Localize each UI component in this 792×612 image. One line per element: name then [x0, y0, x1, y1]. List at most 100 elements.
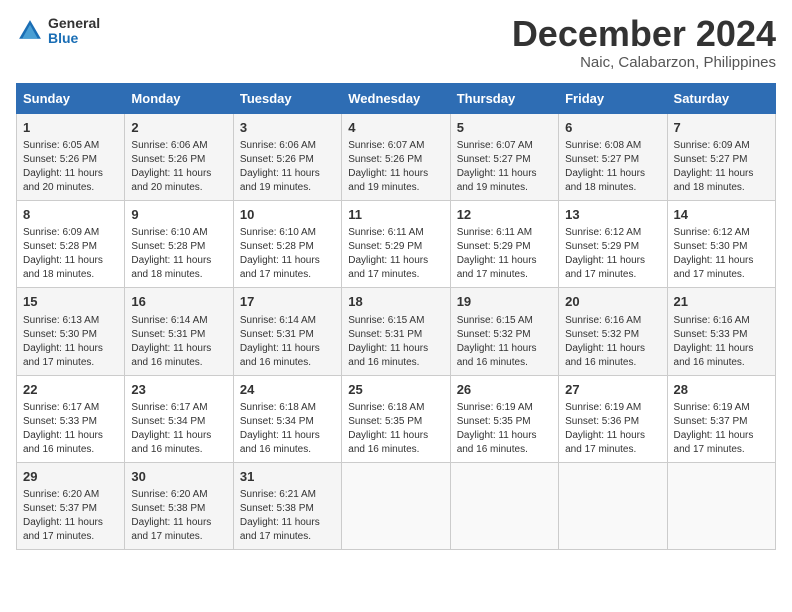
logo-text: General Blue	[48, 16, 100, 47]
calendar-week-row: 1 Sunrise: 6:05 AM Sunset: 5:26 PM Daylig…	[17, 114, 776, 201]
page-header: General Blue December 2024 Naic, Calabar…	[16, 16, 776, 71]
calendar-cell: 19 Sunrise: 6:15 AM Sunset: 5:32 PM Dayli…	[450, 288, 558, 375]
day-info: Sunrise: 6:06 AM Sunset: 5:26 PM Dayligh…	[131, 139, 226, 195]
day-number: 21	[674, 293, 769, 311]
day-number: 25	[348, 381, 443, 399]
day-info: Sunrise: 6:17 AM Sunset: 5:33 PM Dayligh…	[23, 401, 118, 457]
day-info: Sunrise: 6:08 AM Sunset: 5:27 PM Dayligh…	[565, 139, 660, 195]
day-number: 12	[457, 206, 552, 224]
day-info: Sunrise: 6:20 AM Sunset: 5:37 PM Dayligh…	[23, 488, 118, 544]
day-number: 16	[131, 293, 226, 311]
day-info: Sunrise: 6:12 AM Sunset: 5:30 PM Dayligh…	[674, 226, 769, 282]
day-of-week-header: Thursday	[450, 84, 558, 114]
day-number: 31	[240, 468, 335, 486]
calendar-cell: 8 Sunrise: 6:09 AM Sunset: 5:28 PM Daylig…	[17, 201, 125, 288]
calendar-cell: 24 Sunrise: 6:18 AM Sunset: 5:34 PM Dayli…	[233, 375, 341, 462]
day-info: Sunrise: 6:15 AM Sunset: 5:32 PM Dayligh…	[457, 314, 552, 370]
calendar-week-row: 29 Sunrise: 6:20 AM Sunset: 5:37 PM Dayli…	[17, 462, 776, 549]
calendar-cell: 17Sunrise: 6:14 AM Sunset: 5:31 PM Dayli…	[233, 288, 341, 375]
day-number: 10	[240, 206, 335, 224]
day-number: 3	[240, 119, 335, 137]
calendar-cell	[342, 462, 450, 549]
calendar-cell: 29 Sunrise: 6:20 AM Sunset: 5:37 PM Dayli…	[17, 462, 125, 549]
calendar-table: SundayMondayTuesdayWednesdayThursdayFrid…	[16, 83, 776, 550]
day-info: Sunrise: 6:18 AM Sunset: 5:35 PM Dayligh…	[348, 401, 443, 457]
day-number: 17	[240, 293, 335, 311]
calendar-cell	[559, 462, 667, 549]
calendar-cell: 1 Sunrise: 6:05 AM Sunset: 5:26 PM Daylig…	[17, 114, 125, 201]
day-number: 8	[23, 206, 118, 224]
day-number: 15	[23, 293, 118, 311]
title-area: December 2024 Naic, Calabarzon, Philippi…	[512, 16, 776, 71]
day-number: 4	[348, 119, 443, 137]
day-info: Sunrise: 6:18 AM Sunset: 5:34 PM Dayligh…	[240, 401, 335, 457]
day-number: 20	[565, 293, 660, 311]
calendar-cell: 7Sunrise: 6:09 AM Sunset: 5:27 PM Daylig…	[667, 114, 775, 201]
calendar-cell: 30 Sunrise: 6:20 AM Sunset: 5:38 PM Dayli…	[125, 462, 233, 549]
calendar-cell: 21 Sunrise: 6:16 AM Sunset: 5:33 PM Dayli…	[667, 288, 775, 375]
calendar-header-row: SundayMondayTuesdayWednesdayThursdayFrid…	[17, 84, 776, 114]
day-number: 6	[565, 119, 660, 137]
day-info: Sunrise: 6:16 AM Sunset: 5:32 PM Dayligh…	[565, 314, 660, 370]
day-info: Sunrise: 6:07 AM Sunset: 5:27 PM Dayligh…	[457, 139, 552, 195]
day-number: 23	[131, 381, 226, 399]
calendar-cell	[667, 462, 775, 549]
calendar-cell	[450, 462, 558, 549]
calendar-cell: 20 Sunrise: 6:16 AM Sunset: 5:32 PM Dayli…	[559, 288, 667, 375]
day-info: Sunrise: 6:09 AM Sunset: 5:27 PM Dayligh…	[674, 139, 769, 195]
day-info: Sunrise: 6:13 AM Sunset: 5:30 PM Dayligh…	[23, 314, 118, 370]
day-info: Sunrise: 6:19 AM Sunset: 5:36 PM Dayligh…	[565, 401, 660, 457]
day-number: 22	[23, 381, 118, 399]
day-info: Sunrise: 6:17 AM Sunset: 5:34 PM Dayligh…	[131, 401, 226, 457]
day-of-week-header: Monday	[125, 84, 233, 114]
day-info: Sunrise: 6:20 AM Sunset: 5:38 PM Dayligh…	[131, 488, 226, 544]
day-number: 19	[457, 293, 552, 311]
calendar-cell: 23 Sunrise: 6:17 AM Sunset: 5:34 PM Dayli…	[125, 375, 233, 462]
calendar-cell: 28Sunrise: 6:19 AM Sunset: 5:37 PM Dayli…	[667, 375, 775, 462]
calendar-week-row: 15 Sunrise: 6:13 AM Sunset: 5:30 PM Dayli…	[17, 288, 776, 375]
day-info: Sunrise: 6:09 AM Sunset: 5:28 PM Dayligh…	[23, 226, 118, 282]
day-info: Sunrise: 6:12 AM Sunset: 5:29 PM Dayligh…	[565, 226, 660, 282]
logo-icon	[16, 17, 44, 45]
calendar-cell: 9 Sunrise: 6:10 AM Sunset: 5:28 PM Daylig…	[125, 201, 233, 288]
day-number: 27	[565, 381, 660, 399]
day-info: Sunrise: 6:11 AM Sunset: 5:29 PM Dayligh…	[348, 226, 443, 282]
location-title: Naic, Calabarzon, Philippines	[512, 54, 776, 71]
day-info: Sunrise: 6:07 AM Sunset: 5:26 PM Dayligh…	[348, 139, 443, 195]
day-number: 29	[23, 468, 118, 486]
day-number: 2	[131, 119, 226, 137]
day-number: 13	[565, 206, 660, 224]
calendar-cell: 6 Sunrise: 6:08 AM Sunset: 5:27 PM Daylig…	[559, 114, 667, 201]
calendar-cell: 4 Sunrise: 6:07 AM Sunset: 5:26 PM Daylig…	[342, 114, 450, 201]
day-info: Sunrise: 6:11 AM Sunset: 5:29 PM Dayligh…	[457, 226, 552, 282]
calendar-cell: 10Sunrise: 6:10 AM Sunset: 5:28 PM Dayli…	[233, 201, 341, 288]
calendar-cell: 13 Sunrise: 6:12 AM Sunset: 5:29 PM Dayli…	[559, 201, 667, 288]
calendar-week-row: 8 Sunrise: 6:09 AM Sunset: 5:28 PM Daylig…	[17, 201, 776, 288]
day-of-week-header: Saturday	[667, 84, 775, 114]
day-number: 9	[131, 206, 226, 224]
day-info: Sunrise: 6:10 AM Sunset: 5:28 PM Dayligh…	[131, 226, 226, 282]
day-info: Sunrise: 6:21 AM Sunset: 5:38 PM Dayligh…	[240, 488, 335, 544]
calendar-cell: 5Sunrise: 6:07 AM Sunset: 5:27 PM Daylig…	[450, 114, 558, 201]
calendar-cell: 11 Sunrise: 6:11 AM Sunset: 5:29 PM Dayli…	[342, 201, 450, 288]
calendar-cell: 27 Sunrise: 6:19 AM Sunset: 5:36 PM Dayli…	[559, 375, 667, 462]
calendar-cell: 3 Sunrise: 6:06 AM Sunset: 5:26 PM Daylig…	[233, 114, 341, 201]
calendar-cell: 26Sunrise: 6:19 AM Sunset: 5:35 PM Dayli…	[450, 375, 558, 462]
calendar-cell: 18Sunrise: 6:15 AM Sunset: 5:31 PM Dayli…	[342, 288, 450, 375]
day-info: Sunrise: 6:19 AM Sunset: 5:37 PM Dayligh…	[674, 401, 769, 457]
calendar-header: SundayMondayTuesdayWednesdayThursdayFrid…	[17, 84, 776, 114]
calendar-cell: 31 Sunrise: 6:21 AM Sunset: 5:38 PM Dayli…	[233, 462, 341, 549]
day-number: 11	[348, 206, 443, 224]
calendar-body: 1 Sunrise: 6:05 AM Sunset: 5:26 PM Daylig…	[17, 114, 776, 550]
day-number: 30	[131, 468, 226, 486]
day-number: 1	[23, 119, 118, 137]
day-number: 24	[240, 381, 335, 399]
day-info: Sunrise: 6:16 AM Sunset: 5:33 PM Dayligh…	[674, 314, 769, 370]
day-info: Sunrise: 6:19 AM Sunset: 5:35 PM Dayligh…	[457, 401, 552, 457]
day-of-week-header: Tuesday	[233, 84, 341, 114]
day-info: Sunrise: 6:06 AM Sunset: 5:26 PM Dayligh…	[240, 139, 335, 195]
day-info: Sunrise: 6:05 AM Sunset: 5:26 PM Dayligh…	[23, 139, 118, 195]
calendar-cell: 14 Sunrise: 6:12 AM Sunset: 5:30 PM Dayli…	[667, 201, 775, 288]
calendar-cell: 22 Sunrise: 6:17 AM Sunset: 5:33 PM Dayli…	[17, 375, 125, 462]
day-number: 14	[674, 206, 769, 224]
